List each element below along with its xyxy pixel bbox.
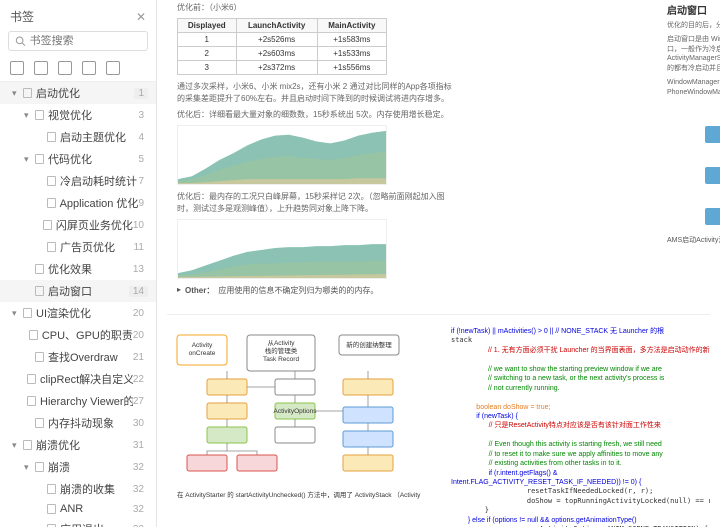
bookmark-tree: ▾启动优化1▾视觉优化3启动主题优化4▾代码优化5冷启动耗时统计7Applica… <box>0 82 156 527</box>
code-block: if (!newTask) || mActivities() > 0 || //… <box>451 327 710 527</box>
timing-table: DisplayedLaunchActivityMainActivity 1+2s… <box>177 18 387 75</box>
svg-text:Task Record: Task Record <box>263 356 300 363</box>
other-label: Other： <box>185 285 214 296</box>
bookmarks-sidebar: 书签 ✕ ▾启动优化1▾视觉优化3启动主题优化4▾代码优化5冷启动耗时统计7Ap… <box>0 0 157 527</box>
tool-icon-1[interactable] <box>10 61 24 75</box>
note-3: 优化后：最内存的工况只白峰屏幕，15秒采样记 2次。（忽略前面刚起加入图时，测试… <box>177 191 457 215</box>
tree-item[interactable]: ▾崩溃优化31 <box>0 434 156 456</box>
search-input[interactable] <box>30 35 141 47</box>
sidebar-title: 书签 <box>10 8 34 25</box>
tree-item[interactable]: Application 优化9 <box>0 192 156 214</box>
tree-item[interactable]: 启动主题优化4 <box>0 126 156 148</box>
right-desc-2: 启动窗口是由 WindowManagerService 统一管理的 Window… <box>667 35 720 74</box>
tree-item[interactable]: ▾视觉优化3 <box>0 104 156 126</box>
tree-item[interactable]: 崩溃的收集32 <box>0 478 156 500</box>
memory-chart-after <box>177 219 387 279</box>
tree-item[interactable]: CPU、GPU的职责20 <box>0 324 156 346</box>
main-content: 优化前：（小米6） DisplayedLaunchActivityMainAct… <box>157 0 720 527</box>
tree-item[interactable]: 闪屏页业务优化10 <box>0 214 156 236</box>
flowchart-diagram: Activity onCreate 从Activity 栈的管理类 Task R… <box>167 327 437 507</box>
search-icon <box>15 35 26 47</box>
tree-item[interactable]: 冷启动耗时统计7 <box>0 170 156 192</box>
tool-icon-5[interactable] <box>106 61 120 75</box>
svg-text:新的创建纳整理: 新的创建纳整理 <box>346 340 392 349</box>
close-icon[interactable]: ✕ <box>136 10 146 24</box>
search-box[interactable] <box>8 31 148 51</box>
right-column: 启动窗口 优化的目的后，分析下启动窗口的源码，基于 android-25 (7.… <box>667 2 720 245</box>
svg-text:Activity: Activity <box>192 342 213 349</box>
tree-item[interactable]: Hierarchy Viewer的使用27 <box>0 390 156 412</box>
sidebar-header: 书签 ✕ <box>0 0 156 31</box>
tree-item[interactable]: ▾崩溃32 <box>0 456 156 478</box>
tool-icon-2[interactable] <box>34 61 48 75</box>
flow-caption: AMS启动Activity流程 <box>667 235 720 245</box>
svg-text:从Activity: 从Activity <box>267 340 295 347</box>
note-2: 优化后：详细看最大量对象的细数数，15秒系统出 5次。内存使用增长稳定。 <box>177 109 457 121</box>
startup-window-title: 启动窗口 <box>667 2 720 17</box>
tree-item[interactable]: ▾UI渲染优化20 <box>0 302 156 324</box>
tree-item[interactable]: 查找Overdraw21 <box>0 346 156 368</box>
opt-before-label: 优化前：（小米6） <box>177 2 457 14</box>
right-desc-3: WindowManagerService 通过窗口管理策略类 PhoneWind… <box>667 78 720 98</box>
svg-text:在 ActivityStarter 的 startActiv: 在 ActivityStarter 的 startActivityUncheck… <box>177 490 421 499</box>
other-text: 应用使用的信息不确定列归为哪类的的内存。 <box>218 285 378 296</box>
tree-item[interactable]: 启动窗口14 <box>0 280 156 302</box>
tool-icon-4[interactable] <box>82 61 96 75</box>
right-desc-1: 优化的目的后，分析下启动窗口的源码，基于 android-25 (7.1.1) <box>667 21 720 31</box>
tree-item[interactable]: 优化效果13 <box>0 258 156 280</box>
svg-text:栈的管理类: 栈的管理类 <box>265 346 298 355</box>
tree-item[interactable]: 广告页优化11 <box>0 236 156 258</box>
memory-chart-before <box>177 125 387 185</box>
tree-item[interactable]: ▾启动优化1 <box>0 82 156 104</box>
tree-item[interactable]: 应用退出32 <box>0 518 156 527</box>
svg-text:ActivityOptions: ActivityOptions <box>274 408 318 415</box>
svg-text:onCreate: onCreate <box>189 350 216 357</box>
tool-icon-3[interactable] <box>58 61 72 75</box>
note-1: 通过多次采样，小米6、小米 mix2s，还有小米 2 通过对比同样的App各项指… <box>177 81 457 105</box>
tree-item[interactable]: ▾代码优化5 <box>0 148 156 170</box>
tree-item[interactable]: clipRect解决自定义View的OverDraw22 <box>0 368 156 390</box>
tree-item[interactable]: 内存抖动现象30 <box>0 412 156 434</box>
tree-item[interactable]: ANR32 <box>0 500 156 518</box>
flow-diagram: Start ActivityActivityManagerServiceSet … <box>667 106 720 225</box>
other-bullet: ▸ Other： 应用使用的信息不确定列归为哪类的的内存。 <box>177 285 710 296</box>
sidebar-toolbar <box>0 57 156 82</box>
